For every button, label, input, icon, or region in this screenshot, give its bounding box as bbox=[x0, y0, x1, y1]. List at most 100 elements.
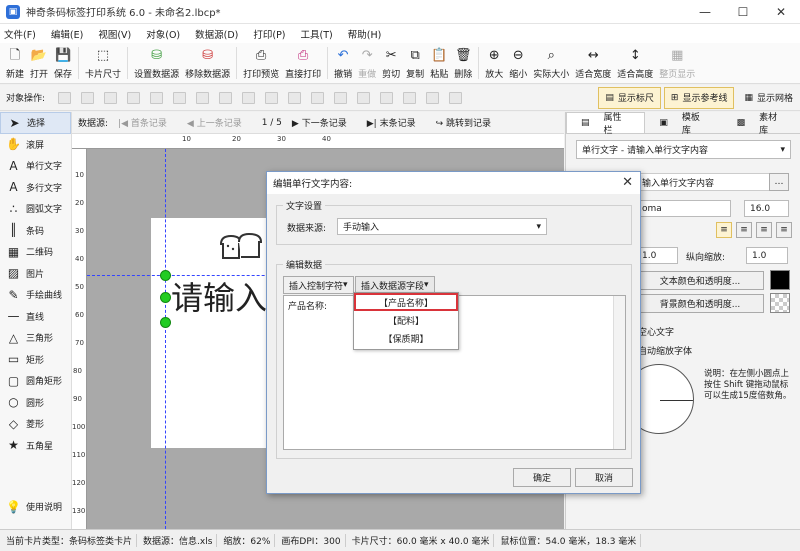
ok-button[interactable]: 确定 bbox=[513, 468, 571, 487]
tool-select[interactable]: ➤ 选择 bbox=[0, 112, 71, 134]
menu-help[interactable]: 帮助(H) bbox=[348, 27, 382, 41]
scrollbar[interactable] bbox=[613, 296, 625, 449]
actual-size-button[interactable]: ⌕ 实际大小 bbox=[530, 43, 572, 84]
menu-object[interactable]: 对象(O) bbox=[146, 27, 180, 41]
full-page-button[interactable]: ▦ 整页显示 bbox=[656, 43, 698, 84]
undo-button[interactable]: ↶ 撤销 bbox=[331, 43, 355, 84]
font-selector[interactable]: oma bbox=[636, 200, 731, 217]
fit-height-button[interactable]: ↕ 适合高度 bbox=[614, 43, 656, 84]
prev-record-button[interactable]: ◀ 上一条记录 bbox=[187, 116, 252, 129]
distribute-h-icon[interactable] bbox=[357, 91, 371, 104]
lock-icon[interactable] bbox=[449, 91, 463, 104]
align-left-button[interactable]: ≡ bbox=[716, 222, 732, 238]
jump-record-button[interactable]: ↪ 跳转到记录 bbox=[436, 116, 501, 129]
align-justify-button[interactable]: ≡ bbox=[776, 222, 792, 238]
layer-down-icon[interactable] bbox=[81, 91, 95, 104]
show-grid-toggle[interactable]: ▦ 显示网格 bbox=[737, 87, 800, 109]
tool-arc-text[interactable]: ∴ 圆弧文字 bbox=[0, 198, 71, 220]
same-size-icon[interactable] bbox=[334, 91, 348, 104]
more-button[interactable]: … bbox=[769, 173, 789, 191]
tool-freehand[interactable]: ✎ 手绘曲线 bbox=[0, 284, 71, 306]
menu-view[interactable]: 视图(V) bbox=[98, 27, 131, 41]
dialog-close-button[interactable]: ✕ bbox=[622, 175, 633, 190]
text-color-button[interactable]: 文本颜色和透明度... bbox=[636, 271, 764, 290]
fit-width-button[interactable]: ↔ 适合宽度 bbox=[572, 43, 614, 84]
save-button[interactable]: 💾 保存 bbox=[51, 43, 75, 84]
align-left-icon[interactable] bbox=[150, 91, 164, 104]
text-content-input[interactable]: 输入单行文字内容 bbox=[636, 173, 786, 191]
tool-diamond[interactable]: ◇ 菱形 bbox=[0, 413, 71, 435]
horizontal-scale-input[interactable]: 1.0 bbox=[636, 247, 678, 264]
menu-datasource[interactable]: 数据源(D) bbox=[195, 27, 238, 41]
card-size-button[interactable]: ⬚ 卡片尺寸 bbox=[82, 43, 124, 84]
align-top-icon[interactable] bbox=[219, 91, 233, 104]
tool-line[interactable]: — 直线 bbox=[0, 306, 71, 328]
redo-button[interactable]: ↷ 重做 bbox=[355, 43, 379, 84]
paste-button[interactable]: 📋 粘贴 bbox=[427, 43, 451, 84]
minimize-button[interactable]: — bbox=[686, 0, 724, 24]
ungroup-icon[interactable] bbox=[426, 91, 440, 104]
resize-handle[interactable] bbox=[160, 270, 171, 281]
tool-multi-text[interactable]: A 多行文字 bbox=[0, 177, 71, 199]
tool-barcode[interactable]: ║ 条码 bbox=[0, 220, 71, 242]
zoom-out-button[interactable]: ⊖ 缩小 bbox=[506, 43, 530, 84]
background-color-button[interactable]: 背景颜色和透明度... bbox=[636, 294, 764, 313]
vertical-scale-input[interactable]: 1.0 bbox=[746, 247, 788, 264]
remove-datasource-button[interactable]: ⛁ 移除数据源 bbox=[182, 43, 233, 84]
status-card-type[interactable]: 当前卡片类型：条码标签类卡片 bbox=[6, 534, 138, 547]
align-center-icon[interactable] bbox=[173, 91, 187, 104]
open-button[interactable]: 📂 打开 bbox=[27, 43, 51, 84]
font-size-selector[interactable]: 16.0 bbox=[744, 200, 789, 217]
maximize-button[interactable]: ☐ bbox=[724, 0, 762, 24]
menu-file[interactable]: 文件(F) bbox=[4, 27, 36, 41]
tab-templates[interactable]: ▣ 模板库 bbox=[645, 112, 722, 136]
menu-item-ingredients[interactable]: 【配料】 bbox=[354, 311, 458, 329]
help-button[interactable]: 💡 使用说明 bbox=[0, 496, 71, 518]
zoom-in-button[interactable]: ⊕ 放大 bbox=[482, 43, 506, 84]
new-button[interactable]: 🗋 新建 bbox=[3, 43, 27, 84]
direct-print-button[interactable]: ⎙ 直接打印 bbox=[282, 43, 324, 84]
align-middle-icon[interactable] bbox=[242, 91, 256, 104]
next-record-button[interactable]: ▶ 下一条记录 bbox=[292, 116, 357, 129]
tool-rounded-rect[interactable]: ▢ 圆角矩形 bbox=[0, 370, 71, 392]
group-icon[interactable] bbox=[403, 91, 417, 104]
distribute-v-icon[interactable] bbox=[380, 91, 394, 104]
last-record-button[interactable]: ▶| 末条记录 bbox=[367, 116, 426, 129]
same-height-icon[interactable] bbox=[311, 91, 325, 104]
tool-pan[interactable]: ✋ 滚屏 bbox=[0, 134, 71, 156]
text-color-swatch[interactable] bbox=[770, 270, 790, 290]
tool-triangle[interactable]: △ 三角形 bbox=[0, 327, 71, 349]
tool-image[interactable]: ▨ 图片 bbox=[0, 263, 71, 285]
print-preview-button[interactable]: ⎙ 打印预览 bbox=[240, 43, 282, 84]
align-right-icon[interactable] bbox=[196, 91, 210, 104]
tab-properties[interactable]: ▤ 属性栏 bbox=[566, 112, 646, 136]
tool-circle[interactable]: ○ 圆形 bbox=[0, 392, 71, 414]
insert-control-char-button[interactable]: 插入控制字符 ▾ bbox=[283, 276, 354, 294]
tool-rectangle[interactable]: ▭ 矩形 bbox=[0, 349, 71, 371]
close-button[interactable]: ✕ bbox=[762, 0, 800, 24]
resize-handle[interactable] bbox=[160, 292, 171, 303]
align-bottom-icon[interactable] bbox=[265, 91, 279, 104]
vertical-guide-line[interactable] bbox=[165, 149, 166, 529]
first-record-button[interactable]: |◀ 首条记录 bbox=[118, 116, 177, 129]
autoscale-font-checkbox[interactable]: 自动缩放字体 bbox=[638, 344, 692, 357]
cut-button[interactable]: ✂ 剪切 bbox=[379, 43, 403, 84]
menu-tools[interactable]: 工具(T) bbox=[301, 27, 333, 41]
background-color-swatch[interactable] bbox=[770, 293, 790, 313]
delete-button[interactable]: 🗑 删除 bbox=[451, 43, 475, 84]
align-center-button[interactable]: ≡ bbox=[736, 222, 752, 238]
show-guides-toggle[interactable]: ⊞ 显示参考线 bbox=[663, 86, 735, 109]
data-source-select[interactable]: 手动输入 ▾ bbox=[337, 218, 547, 235]
cancel-button[interactable]: 取消 bbox=[575, 468, 633, 487]
menu-print[interactable]: 打印(P) bbox=[253, 27, 285, 41]
align-right-button[interactable]: ≡ bbox=[756, 222, 772, 238]
set-datasource-button[interactable]: ⛁ 设置数据源 bbox=[131, 43, 182, 84]
menu-edit[interactable]: 编辑(E) bbox=[51, 27, 83, 41]
object-selector[interactable]: 单行文字 - 请输入单行文字内容 ▾ bbox=[576, 140, 791, 159]
hollow-text-checkbox[interactable]: 空心文字 bbox=[638, 325, 674, 338]
layer-bottom-icon[interactable] bbox=[127, 91, 141, 104]
layer-up-icon[interactable] bbox=[58, 91, 72, 104]
layer-top-icon[interactable] bbox=[104, 91, 118, 104]
menu-item-shelf-life[interactable]: 【保质期】 bbox=[354, 329, 458, 347]
resize-handle[interactable] bbox=[160, 317, 171, 328]
